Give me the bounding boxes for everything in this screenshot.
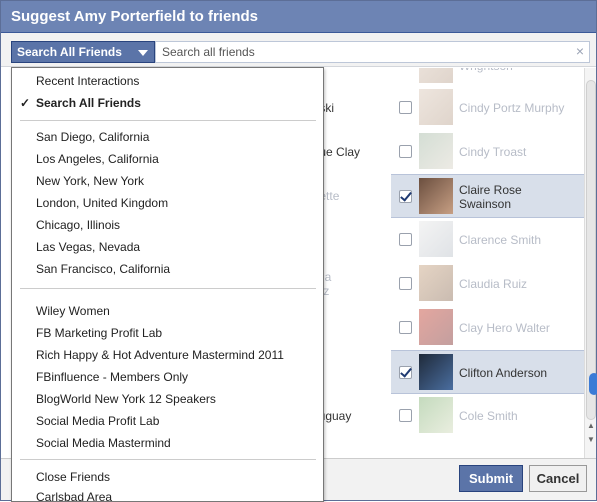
menu-item-group[interactable]: BlogWorld New York 12 Speakers <box>12 388 323 410</box>
friend-name: Cindy Portz Murphy <box>459 101 565 115</box>
friend-cell[interactable]: Cole Smith <box>391 394 584 438</box>
friend-name: Clay Hero Walter <box>459 321 550 335</box>
search-bar: Search All Friends × <box>1 33 596 67</box>
friend-filter-menu: Recent Interactions ✓ Search All Friends… <box>11 67 324 502</box>
friend-checkbox[interactable] <box>399 101 412 114</box>
menu-divider <box>20 288 316 289</box>
friend-name: Cindy Troast <box>459 145 527 159</box>
menu-item-group[interactable]: Social Media Mastermind <box>12 432 323 454</box>
friend-checkbox[interactable] <box>399 409 412 422</box>
friend-cell[interactable]: Cindy Portz Murphy <box>391 86 584 130</box>
menu-item-location[interactable]: San Diego, California <box>12 126 323 148</box>
friend-checkbox-checked[interactable] <box>399 366 412 379</box>
menu-item-group[interactable]: Rich Happy & Hot Adventure Mastermind 20… <box>12 344 323 366</box>
friend-name: Claire Rose Swainson <box>459 183 522 211</box>
friend-avatar <box>419 68 453 83</box>
menu-item-group[interactable]: FBinfluence - Members Only <box>12 366 323 388</box>
cancel-button[interactable]: Cancel <box>529 465 587 492</box>
friend-name: Cole Smith <box>459 409 518 423</box>
friend-avatar <box>419 89 453 125</box>
friend-cell[interactable]: Cindy Troast <box>391 130 584 174</box>
scroll-up-icon[interactable]: ▲ <box>587 422 595 430</box>
friend-avatar <box>419 133 453 169</box>
friend-checkbox[interactable] <box>399 277 412 290</box>
search-input[interactable] <box>155 41 590 63</box>
submit-button[interactable]: Submit <box>459 465 523 492</box>
friend-avatar <box>419 178 453 214</box>
friend-name: Wrightson <box>459 68 513 88</box>
friend-name: Claudia Ruiz <box>459 277 528 291</box>
friend-name: Clifton Anderson <box>459 366 548 380</box>
friend-cell[interactable]: Clay Hero Walter <box>391 306 584 350</box>
scroll-thumb[interactable] <box>586 80 596 420</box>
menu-item-group[interactable]: Social Media Profit Lab <box>12 410 323 432</box>
friend-avatar <box>419 309 453 345</box>
suggest-friends-dialog: Suggest Amy Porterfield to friends Searc… <box>0 0 597 502</box>
scroll-down-icon[interactable]: ▼ <box>587 436 595 444</box>
scroll-indicator[interactable] <box>589 373 597 395</box>
menu-item-location[interactable]: Los Angeles, California <box>12 148 323 170</box>
menu-item-list[interactable]: Close Friends <box>12 466 323 488</box>
close-icon[interactable]: × <box>576 44 584 58</box>
menu-item-location[interactable]: London, United Kingdom <box>12 192 323 214</box>
checkmark-icon: ✓ <box>20 96 31 110</box>
friend-avatar <box>419 397 453 433</box>
friend-checkbox-checked[interactable] <box>399 190 412 203</box>
menu-divider <box>20 120 316 121</box>
friend-checkbox[interactable] <box>399 321 412 334</box>
friend-checkbox[interactable] <box>399 145 412 158</box>
friend-avatar <box>419 354 453 390</box>
menu-item-search-all-friends[interactable]: ✓ Search All Friends <box>12 92 323 114</box>
friend-cell-selected[interactable]: Claire Rose Swainson <box>391 174 584 218</box>
menu-item-location[interactable]: New York, New York <box>12 170 323 192</box>
menu-item-location[interactable]: Las Vegas, Nevada <box>12 236 323 258</box>
friend-cell-selected[interactable]: Clifton Anderson <box>391 350 584 394</box>
friend-name: Clarence Smith <box>459 233 542 247</box>
chevron-down-icon <box>138 50 148 56</box>
menu-item-label: Search All Friends <box>36 96 141 110</box>
friend-filter-dropdown-button[interactable]: Search All Friends <box>11 41 155 63</box>
friend-avatar <box>419 265 453 301</box>
filter-label: Search All Friends <box>17 45 122 59</box>
friend-cell[interactable]: Claudia Ruiz <box>391 262 584 306</box>
menu-divider <box>20 459 316 460</box>
friend-grid-scrollbar[interactable]: ▲ ▼ <box>584 68 596 458</box>
friend-cell[interactable]: Wrightson <box>391 68 584 88</box>
menu-item-recent-interactions[interactable]: Recent Interactions <box>12 70 323 92</box>
dialog-title: Suggest Amy Porterfield to friends <box>1 1 596 33</box>
menu-item-group[interactable]: Wiley Women <box>12 300 323 322</box>
menu-item-group[interactable]: FB Marketing Profit Lab <box>12 322 323 344</box>
friend-avatar <box>419 221 453 257</box>
menu-item-list[interactable]: Carlsbad Area <box>12 486 323 501</box>
friend-checkbox[interactable] <box>399 233 412 246</box>
menu-item-location[interactable]: San Francisco, California <box>12 258 323 280</box>
friend-cell[interactable]: Clarence Smith <box>391 218 584 262</box>
menu-item-location[interactable]: Chicago, Illinois <box>12 214 323 236</box>
